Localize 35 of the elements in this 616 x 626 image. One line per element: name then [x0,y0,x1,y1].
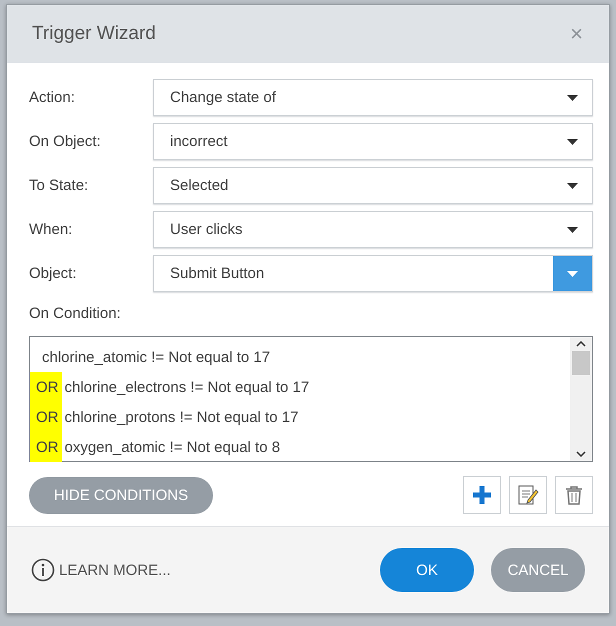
ok-button[interactable]: OK [380,548,474,592]
caret-icon [567,94,578,100]
dropdown[interactable]: User clicks [153,211,593,248]
condition-item[interactable]: OR chlorine_electrons != Not equal to 17 [30,372,570,402]
delete-button[interactable] [555,476,593,514]
scroll-up-icon[interactable] [576,341,586,347]
condition-item[interactable]: OR oxygen_atomic != Not equal to 8 [30,432,570,462]
scrollbar[interactable] [570,337,592,461]
caret-icon [567,270,578,276]
caret-icon [567,138,578,144]
field-label: Action: [29,89,76,106]
scroll-thumb[interactable] [572,351,590,375]
plus-icon [473,486,491,504]
caret-icon [567,226,578,232]
trash-icon [565,485,583,505]
dropdown[interactable]: Submit Button [153,255,593,292]
field-label: To State: [29,177,90,194]
field-label: When: [29,221,74,238]
edit-button[interactable] [509,476,547,514]
conditions-label: On Condition: [29,305,122,322]
window-title: Trigger Wizard [32,23,156,45]
field-label: On Object: [29,133,102,150]
add-button[interactable] [463,476,501,514]
scroll-down-icon[interactable] [576,451,586,457]
field-label: Object: [29,265,78,282]
edit-icon [517,484,539,506]
condition-item[interactable]: OR chlorine_protons != Not equal to 17 [30,402,570,432]
info-icon [31,558,55,582]
dropdown[interactable]: Selected [153,167,593,204]
condition-item[interactable]: chlorine_atomic != Not equal to 17 [30,342,570,372]
dropdown[interactable]: Change state of [153,79,593,116]
dropdown[interactable]: incorrect [153,123,593,160]
learn-more-link[interactable]: LEARN MORE... [31,558,171,582]
caret-icon [567,182,578,188]
dropdown-toggle[interactable] [553,256,592,291]
